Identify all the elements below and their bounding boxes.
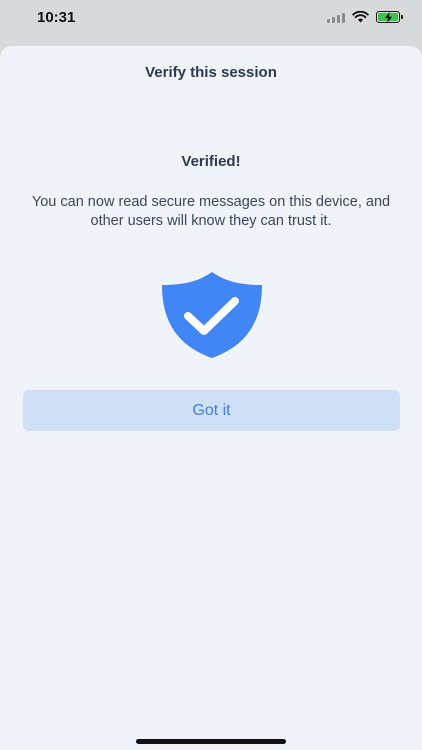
wifi-icon <box>352 11 369 23</box>
verified-heading: Verified! <box>181 153 241 170</box>
verify-session-sheet: Verify this session Verified! You can no… <box>0 46 422 750</box>
shield-check-icon <box>162 272 262 358</box>
cellular-signal-icon <box>327 12 345 23</box>
verified-description: You can now read secure messages on this… <box>31 194 391 229</box>
status-icons <box>327 11 403 23</box>
home-indicator[interactable] <box>136 739 286 744</box>
status-time: 10:31 <box>37 9 76 26</box>
status-bar: 10:31 <box>0 0 422 44</box>
got-it-button[interactable]: Got it <box>23 390 400 431</box>
battery-icon <box>376 11 403 23</box>
sheet-title: Verify this session <box>145 64 277 81</box>
